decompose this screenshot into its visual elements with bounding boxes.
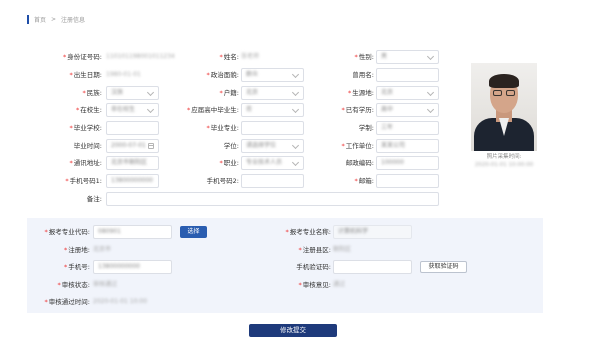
mobile1-label: *手机号码1: bbox=[65, 177, 102, 185]
name-label: *姓名: bbox=[219, 53, 239, 61]
origin-select[interactable]: 北京 bbox=[376, 86, 439, 100]
chevron-down-icon bbox=[146, 105, 155, 114]
chevron-down-icon bbox=[291, 70, 300, 79]
apply-row-4: *审核状态: 审核通过 *审核意见: 通过 bbox=[0, 278, 615, 292]
in-school-select[interactable]: 非在校生 bbox=[106, 103, 159, 117]
audit-opinion-label: *审核意见: bbox=[298, 281, 331, 289]
grad-time-label: 毕业时间: bbox=[73, 142, 102, 150]
breadcrumb-home[interactable]: 首页 bbox=[34, 15, 46, 24]
hs-graduate-select[interactable]: 否 bbox=[241, 103, 304, 117]
remark-label: 备注: bbox=[86, 195, 102, 203]
employer-input[interactable]: 某某公司 bbox=[376, 139, 439, 153]
address-input[interactable]: 北京市朝阳区 bbox=[106, 156, 159, 170]
select-major-button[interactable]: 选择 bbox=[180, 226, 207, 238]
degree-label: 学制: bbox=[358, 124, 374, 132]
id-number-label: *身份证号码: bbox=[63, 53, 102, 61]
education-label: *已有学历: bbox=[341, 106, 374, 114]
apply-row-1: *报考专业代码: 080901 选择 *报考专业名称: 计算机科学 bbox=[0, 225, 615, 239]
id-number-value: 110101198001011234 bbox=[106, 53, 175, 60]
id-photo bbox=[471, 63, 537, 151]
chevron-down-icon bbox=[426, 88, 435, 97]
occupation-select[interactable]: 专业技术人员 bbox=[241, 156, 304, 170]
reg-district-label: *注册县区: bbox=[298, 246, 331, 254]
grad-school-input[interactable] bbox=[106, 121, 159, 135]
degree-input[interactable]: 三年 bbox=[376, 121, 439, 135]
remark-input[interactable] bbox=[106, 192, 439, 206]
breadcrumb-marker bbox=[27, 14, 29, 24]
employer-label: *工作单位: bbox=[341, 142, 374, 150]
verify-code-input[interactable] bbox=[333, 260, 412, 274]
breadcrumb-separator: > bbox=[51, 15, 57, 23]
apply-row-3: *手机号: 13800000000 手机验证码: 获取验证码 bbox=[0, 260, 615, 274]
major-name-label: *报考专业名称: bbox=[285, 228, 331, 236]
address-label: *通讯地址: bbox=[69, 159, 102, 167]
gender-label: *性别: bbox=[354, 53, 374, 61]
verify-code-label: 手机验证码: bbox=[296, 263, 331, 271]
email-input[interactable] bbox=[376, 174, 439, 188]
phone-label: *手机号: bbox=[64, 263, 90, 271]
calendar-icon bbox=[148, 143, 154, 149]
hukou-select[interactable]: 北京 bbox=[241, 86, 304, 100]
reg-district-value: 朝阳区 bbox=[333, 246, 352, 253]
former-name-label: 曾用名: bbox=[352, 71, 374, 79]
occupation-label: *职业: bbox=[219, 159, 239, 167]
form-row-9: 备注: bbox=[0, 192, 615, 206]
chevron-down-icon bbox=[426, 105, 435, 114]
degree2-select[interactable]: 请选择学位 bbox=[241, 139, 304, 153]
in-school-label: *在校生: bbox=[76, 106, 102, 114]
birth-date-label: *出生日期: bbox=[69, 71, 102, 79]
reg-site-value: 北京市 bbox=[93, 246, 112, 253]
ethnicity-label: *民族: bbox=[82, 89, 102, 97]
audit-status-label: *审核状态: bbox=[57, 281, 90, 289]
chevron-down-icon bbox=[291, 141, 300, 150]
photo-caption: 照片采集时间: 2020-01-01 10:00:00 bbox=[463, 153, 545, 169]
chevron-down-icon bbox=[291, 88, 300, 97]
photo-caption-label: 照片采集时间: bbox=[486, 154, 522, 160]
postcode-label: 邮政编码: bbox=[345, 159, 374, 167]
political-status-select[interactable]: 群众 bbox=[241, 68, 304, 82]
grad-major-input[interactable] bbox=[241, 121, 304, 135]
mobile1-input[interactable]: 13800000000 bbox=[106, 174, 159, 188]
mobile2-label: 手机号码2: bbox=[206, 177, 239, 185]
audit-status-value: 审核通过 bbox=[93, 281, 118, 288]
gender-select[interactable]: 男 bbox=[376, 50, 439, 64]
major-name-input[interactable]: 计算机科学 bbox=[333, 225, 412, 239]
mobile2-input[interactable] bbox=[241, 174, 304, 188]
chevron-down-icon bbox=[426, 52, 435, 61]
email-label: *邮箱: bbox=[354, 177, 374, 185]
hs-graduate-label: *应届高中毕业生: bbox=[187, 106, 239, 114]
former-name-input[interactable] bbox=[376, 68, 439, 82]
reg-site-label: *注册地: bbox=[64, 246, 90, 254]
education-select[interactable]: 高中 bbox=[376, 103, 439, 117]
grad-time-picker[interactable]: 2000-07-01 bbox=[106, 139, 159, 153]
postcode-input[interactable]: 100000 bbox=[376, 156, 439, 170]
phone-input[interactable]: 13800000000 bbox=[93, 260, 172, 274]
origin-label: *生源地: bbox=[348, 89, 374, 97]
audit-time-label: *审核通过时间: bbox=[44, 298, 90, 306]
degree2-label: 学位: bbox=[223, 142, 239, 150]
name-value: 张老师 bbox=[241, 53, 260, 60]
apply-row-5: *审核通过时间: 2020-01-01 10:00 bbox=[0, 295, 615, 309]
grad-major-label: *毕业专业: bbox=[206, 124, 239, 132]
get-code-button[interactable]: 获取验证码 bbox=[420, 261, 467, 273]
submit-button[interactable]: 修改提交 bbox=[249, 324, 337, 337]
major-code-input[interactable]: 080901 bbox=[93, 225, 172, 239]
breadcrumb: 首页 > 注册信息 bbox=[27, 14, 85, 24]
form-row-8: *手机号码1: 13800000000 手机号码2: *邮箱: bbox=[0, 174, 615, 188]
photo-caption-date: 2020-01-01 10:00:00 bbox=[474, 162, 534, 168]
major-code-label: *报考专业代码: bbox=[44, 228, 90, 236]
political-status-label: *政治面貌: bbox=[206, 71, 239, 79]
chevron-down-icon bbox=[146, 88, 155, 97]
birth-date-value: 1980-01-01 bbox=[106, 71, 141, 78]
audit-time-value: 2020-01-01 10:00 bbox=[93, 298, 148, 305]
audit-opinion-value: 通过 bbox=[333, 281, 346, 288]
form-row-1: *身份证号码: 110101198001011234 *姓名: 张老师 *性别:… bbox=[0, 50, 615, 64]
chevron-down-icon bbox=[291, 105, 300, 114]
grad-school-label: *毕业学校: bbox=[69, 124, 102, 132]
hukou-label: *户籍: bbox=[219, 89, 239, 97]
breadcrumb-current: 注册信息 bbox=[61, 16, 86, 24]
apply-row-2: *注册地: 北京市 *注册县区: 朝阳区 bbox=[0, 243, 615, 257]
chevron-down-icon bbox=[291, 158, 300, 167]
ethnicity-select[interactable]: 汉族 bbox=[106, 86, 159, 100]
